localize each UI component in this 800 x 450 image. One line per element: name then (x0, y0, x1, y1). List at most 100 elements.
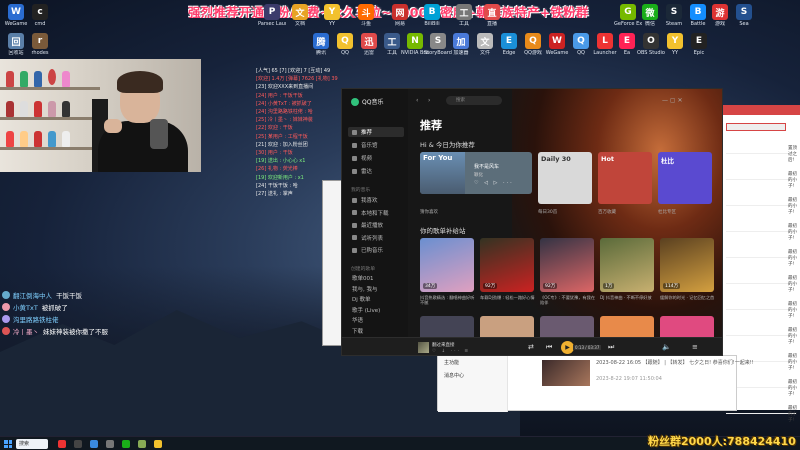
feed-side-item[interactable]: 消息中心 (438, 369, 507, 382)
nav-item[interactable]: 本地和下载 (348, 208, 404, 218)
app-icon: N (407, 33, 423, 49)
previous-icon[interactable]: ⏮ (546, 343, 552, 352)
nav-item[interactable]: 视频 (348, 153, 404, 163)
red-window-row-text[interactable]: 最初的小子! (788, 405, 800, 423)
red-window-row-text[interactable]: 最初的小子! (788, 275, 800, 293)
start-button[interactable] (4, 440, 12, 448)
next-icon[interactable]: ⏭ (608, 343, 614, 352)
desktop-shortcut[interactable]: 斗斗鱼 (352, 4, 380, 27)
desktop-shortcut[interactable]: 直直播 (478, 4, 506, 27)
row-divider (726, 153, 796, 154)
nav-item[interactable]: 推荐 (348, 127, 404, 137)
now-playing-cover[interactable] (418, 342, 429, 353)
desktop-shortcut[interactable]: S Sea (730, 4, 758, 27)
nav-playlist[interactable]: Dj 歌单 (348, 294, 404, 304)
for-you-song: 我不是风车 (474, 164, 500, 170)
taskbar-app-icon[interactable] (74, 440, 82, 448)
forward-icon[interactable]: › (428, 97, 430, 104)
chat-line: [25] 冷丨墨丶 : 妹妹神装 (256, 117, 313, 124)
playlist-tile[interactable]: 34万 (420, 238, 474, 292)
taskbar-search[interactable]: 搜索 (16, 439, 48, 449)
volume-icon[interactable]: 🔈 (662, 343, 671, 351)
nav-item[interactable]: 我喜欢 (348, 195, 404, 205)
back-icon[interactable]: ‹ (416, 97, 418, 104)
red-window-row-text[interactable]: 最初的小子! (788, 353, 800, 371)
feed-thumbnail[interactable] (542, 360, 590, 386)
app-icon: 微 (642, 4, 658, 20)
playlist-tile[interactable] (480, 316, 534, 338)
for-you-controls[interactable]: ♡ ◁ ▷ ··· (474, 180, 514, 186)
now-playing-actions[interactable]: ♡ ↓ ··· ≡ (432, 349, 470, 354)
search-input[interactable]: 搜索 (446, 96, 502, 105)
playlist-caption[interactable]: 《OC专》: 不要犹豫，有我在陪伴 (540, 295, 596, 305)
red-window-titlebar[interactable] (722, 105, 800, 115)
playlist-caption[interactable]: 缓解你的时光 · 记忆回忆之首 (660, 295, 716, 300)
recommend-card[interactable]: Daily 30 (538, 152, 592, 204)
red-window-row-text[interactable]: 置顶过之后! (788, 145, 800, 163)
red-window-row-text[interactable]: 最初的小子! (788, 327, 800, 345)
taskbar-app-icon[interactable] (154, 440, 162, 448)
playlist-tile[interactable]: 92万 (480, 238, 534, 292)
playlist-tile[interactable] (540, 316, 594, 338)
red-window-row-text[interactable]: 最初的小子! (788, 249, 800, 267)
playlist-caption[interactable]: 车载DJ劲爆 : 轻松一路好心情 (480, 295, 536, 300)
desktop-shortcut[interactable]: 微微信 (636, 4, 664, 27)
nav-label: 推荐 (361, 130, 373, 136)
feed-side-item[interactable]: 主功能 (438, 356, 507, 369)
recommend-card[interactable]: 杜比 (658, 152, 712, 204)
nav-playlist[interactable]: 华语 (348, 315, 404, 325)
desktop-shortcut[interactable]: 网网易 (386, 4, 414, 27)
playlist-caption[interactable]: 抖音热歌精选 : 翻唱神曲好听不腻 (420, 295, 476, 305)
figure (20, 101, 28, 117)
taskbar-app-icon[interactable] (106, 440, 114, 448)
nav-label: 我喜欢 (361, 198, 378, 204)
desktop-shortcut[interactable]: E Epic (685, 33, 713, 56)
desktop-shortcut[interactable]: 文文档 (286, 4, 314, 27)
window-controls[interactable]: — ▢ ✕ (662, 97, 683, 104)
nav-item[interactable]: 音乐馆 (348, 140, 404, 150)
playlist-caption[interactable]: DJ 抖音神曲 · 不断不停好放 (600, 295, 656, 300)
red-window-row-text[interactable]: 最初的小子! (788, 223, 800, 241)
playlist-tile[interactable] (600, 316, 654, 338)
recommend-card[interactable]: Hot (598, 152, 652, 204)
nav-item[interactable]: 已购音乐 (348, 245, 404, 255)
desktop-shortcut[interactable]: c cmd (26, 4, 54, 27)
taskbar-app-icon[interactable] (58, 440, 66, 448)
desktop-shortcut[interactable]: 工工具 (450, 4, 478, 27)
nav-item[interactable]: 最近播放 (348, 220, 404, 230)
playlist-tile[interactable]: 92万 (540, 238, 594, 292)
red-window-row-text[interactable]: 最初的小子! (788, 301, 800, 319)
playlist-tile[interactable]: 114万 (660, 238, 714, 292)
taskbar-app-icon[interactable] (122, 440, 130, 448)
nav-playlist[interactable]: 我与, 我与 (348, 284, 404, 294)
red-window-row-text[interactable]: 最初的小子! (788, 171, 800, 189)
playlist-tile[interactable]: 1万 (600, 238, 654, 292)
desktop-shortcut[interactable]: r rhodes (26, 33, 54, 56)
playlist-tile[interactable] (420, 316, 474, 338)
card-caption: 杜比专区 (658, 210, 676, 215)
desktop-shortcut[interactable]: PParsec Launcher (258, 4, 286, 27)
taskbar-app-icon[interactable] (138, 440, 146, 448)
desktop-shortcut[interactable]: B BiliBili (418, 4, 446, 27)
nav-playlist[interactable]: 歌单001 (348, 273, 404, 283)
playlist-icon[interactable]: ≡ (692, 343, 698, 351)
play-mode-icon[interactable]: ⇄ (528, 343, 534, 351)
now-playing-title: 翻过来直接 (432, 343, 455, 348)
qq-music-window[interactable]: QQ音乐 推荐 音乐馆 视频 雷达 我的音乐 我喜欢 本地和下载 最近播放 试听列表 已购音乐 创建… (341, 88, 723, 356)
nav-playlist[interactable]: 下载 (348, 326, 404, 336)
playlist-tile[interactable] (660, 316, 714, 338)
feed-window[interactable]: 主功能 消息中心 2023-08-22 16:05 【跟随】 | 【转发】 七夕之… (437, 355, 754, 412)
row-divider (726, 283, 796, 284)
red-window-row-text[interactable]: 最初的小子! (788, 197, 800, 215)
taskbar-app-icon[interactable] (90, 440, 98, 448)
desktop-shortcut[interactable]: Y YY (318, 4, 346, 27)
nav-item[interactable]: 试听列表 (348, 233, 404, 243)
row-divider (726, 179, 796, 180)
nav-playlist[interactable]: 歌手 (Live) (348, 305, 404, 315)
red-window-row-text[interactable]: 最初的小子! (788, 379, 800, 397)
nav-item[interactable]: 雷达 (348, 166, 404, 176)
red-window-tab[interactable] (726, 123, 786, 131)
figure (6, 101, 14, 117)
for-you-card[interactable]: For You 我不是风车 颖化 ♡ ◁ ▷ ··· (420, 152, 532, 194)
nav-label: 歌单001 (352, 276, 374, 282)
